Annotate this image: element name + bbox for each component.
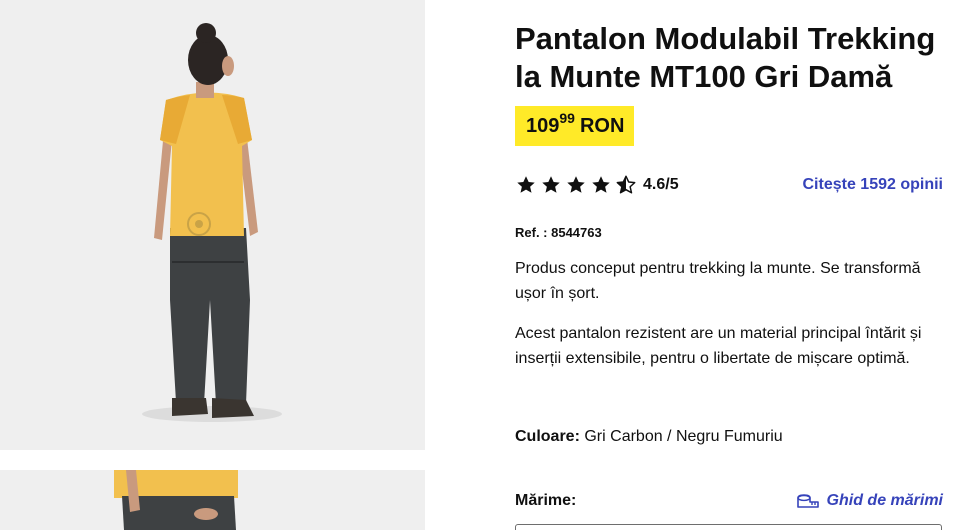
- model-detail-image: [0, 470, 425, 530]
- product-short-description: Produs conceput pentru trekking la munte…: [515, 260, 921, 302]
- product-gallery: [0, 0, 425, 530]
- read-reviews-link[interactable]: Citește 1592 opinii: [803, 176, 944, 194]
- price-integer: 109: [526, 114, 560, 137]
- star-full-icon: [517, 176, 535, 193]
- price-badge: 109 99 RON: [515, 106, 635, 146]
- star-half-icon: [616, 175, 636, 194]
- rating-row: 4.6/5 Citește 1592 opinii: [515, 174, 943, 196]
- star-full-icon: [592, 176, 610, 193]
- color-info: Culoare: Gri Carbon / Negru Fumuriu: [515, 428, 783, 446]
- price-decimals: 99: [559, 110, 575, 126]
- color-value: Gri Carbon / Negru Fumuriu: [584, 428, 783, 445]
- size-label: Mărime:: [515, 492, 577, 509]
- rating-stars: [515, 174, 637, 196]
- size-select[interactable]: [515, 524, 942, 530]
- price-currency: RON: [579, 114, 625, 137]
- product-photo-secondary[interactable]: [0, 470, 425, 530]
- product-reference: Ref. : 8544763: [515, 225, 602, 240]
- color-label: Culoare:: [515, 428, 580, 445]
- size-guide-link[interactable]: Ghid de mărimi: [796, 492, 943, 510]
- model-back-view-image: [0, 0, 425, 450]
- product-photo-main[interactable]: [0, 0, 425, 450]
- ruler-icon: [796, 494, 819, 508]
- product-title: Pantalon Modulabil Trekking la Munte MT1…: [515, 21, 936, 94]
- size-guide-label: Ghid de mărimi: [826, 492, 943, 509]
- product-long-description: Acest pantalon rezistent are un material…: [515, 325, 922, 367]
- star-full-icon: [567, 176, 585, 193]
- size-header: Mărime: Ghid de mărimi: [515, 492, 943, 510]
- star-full-icon: [542, 176, 560, 193]
- rating-value: 4.6/5: [643, 176, 679, 193]
